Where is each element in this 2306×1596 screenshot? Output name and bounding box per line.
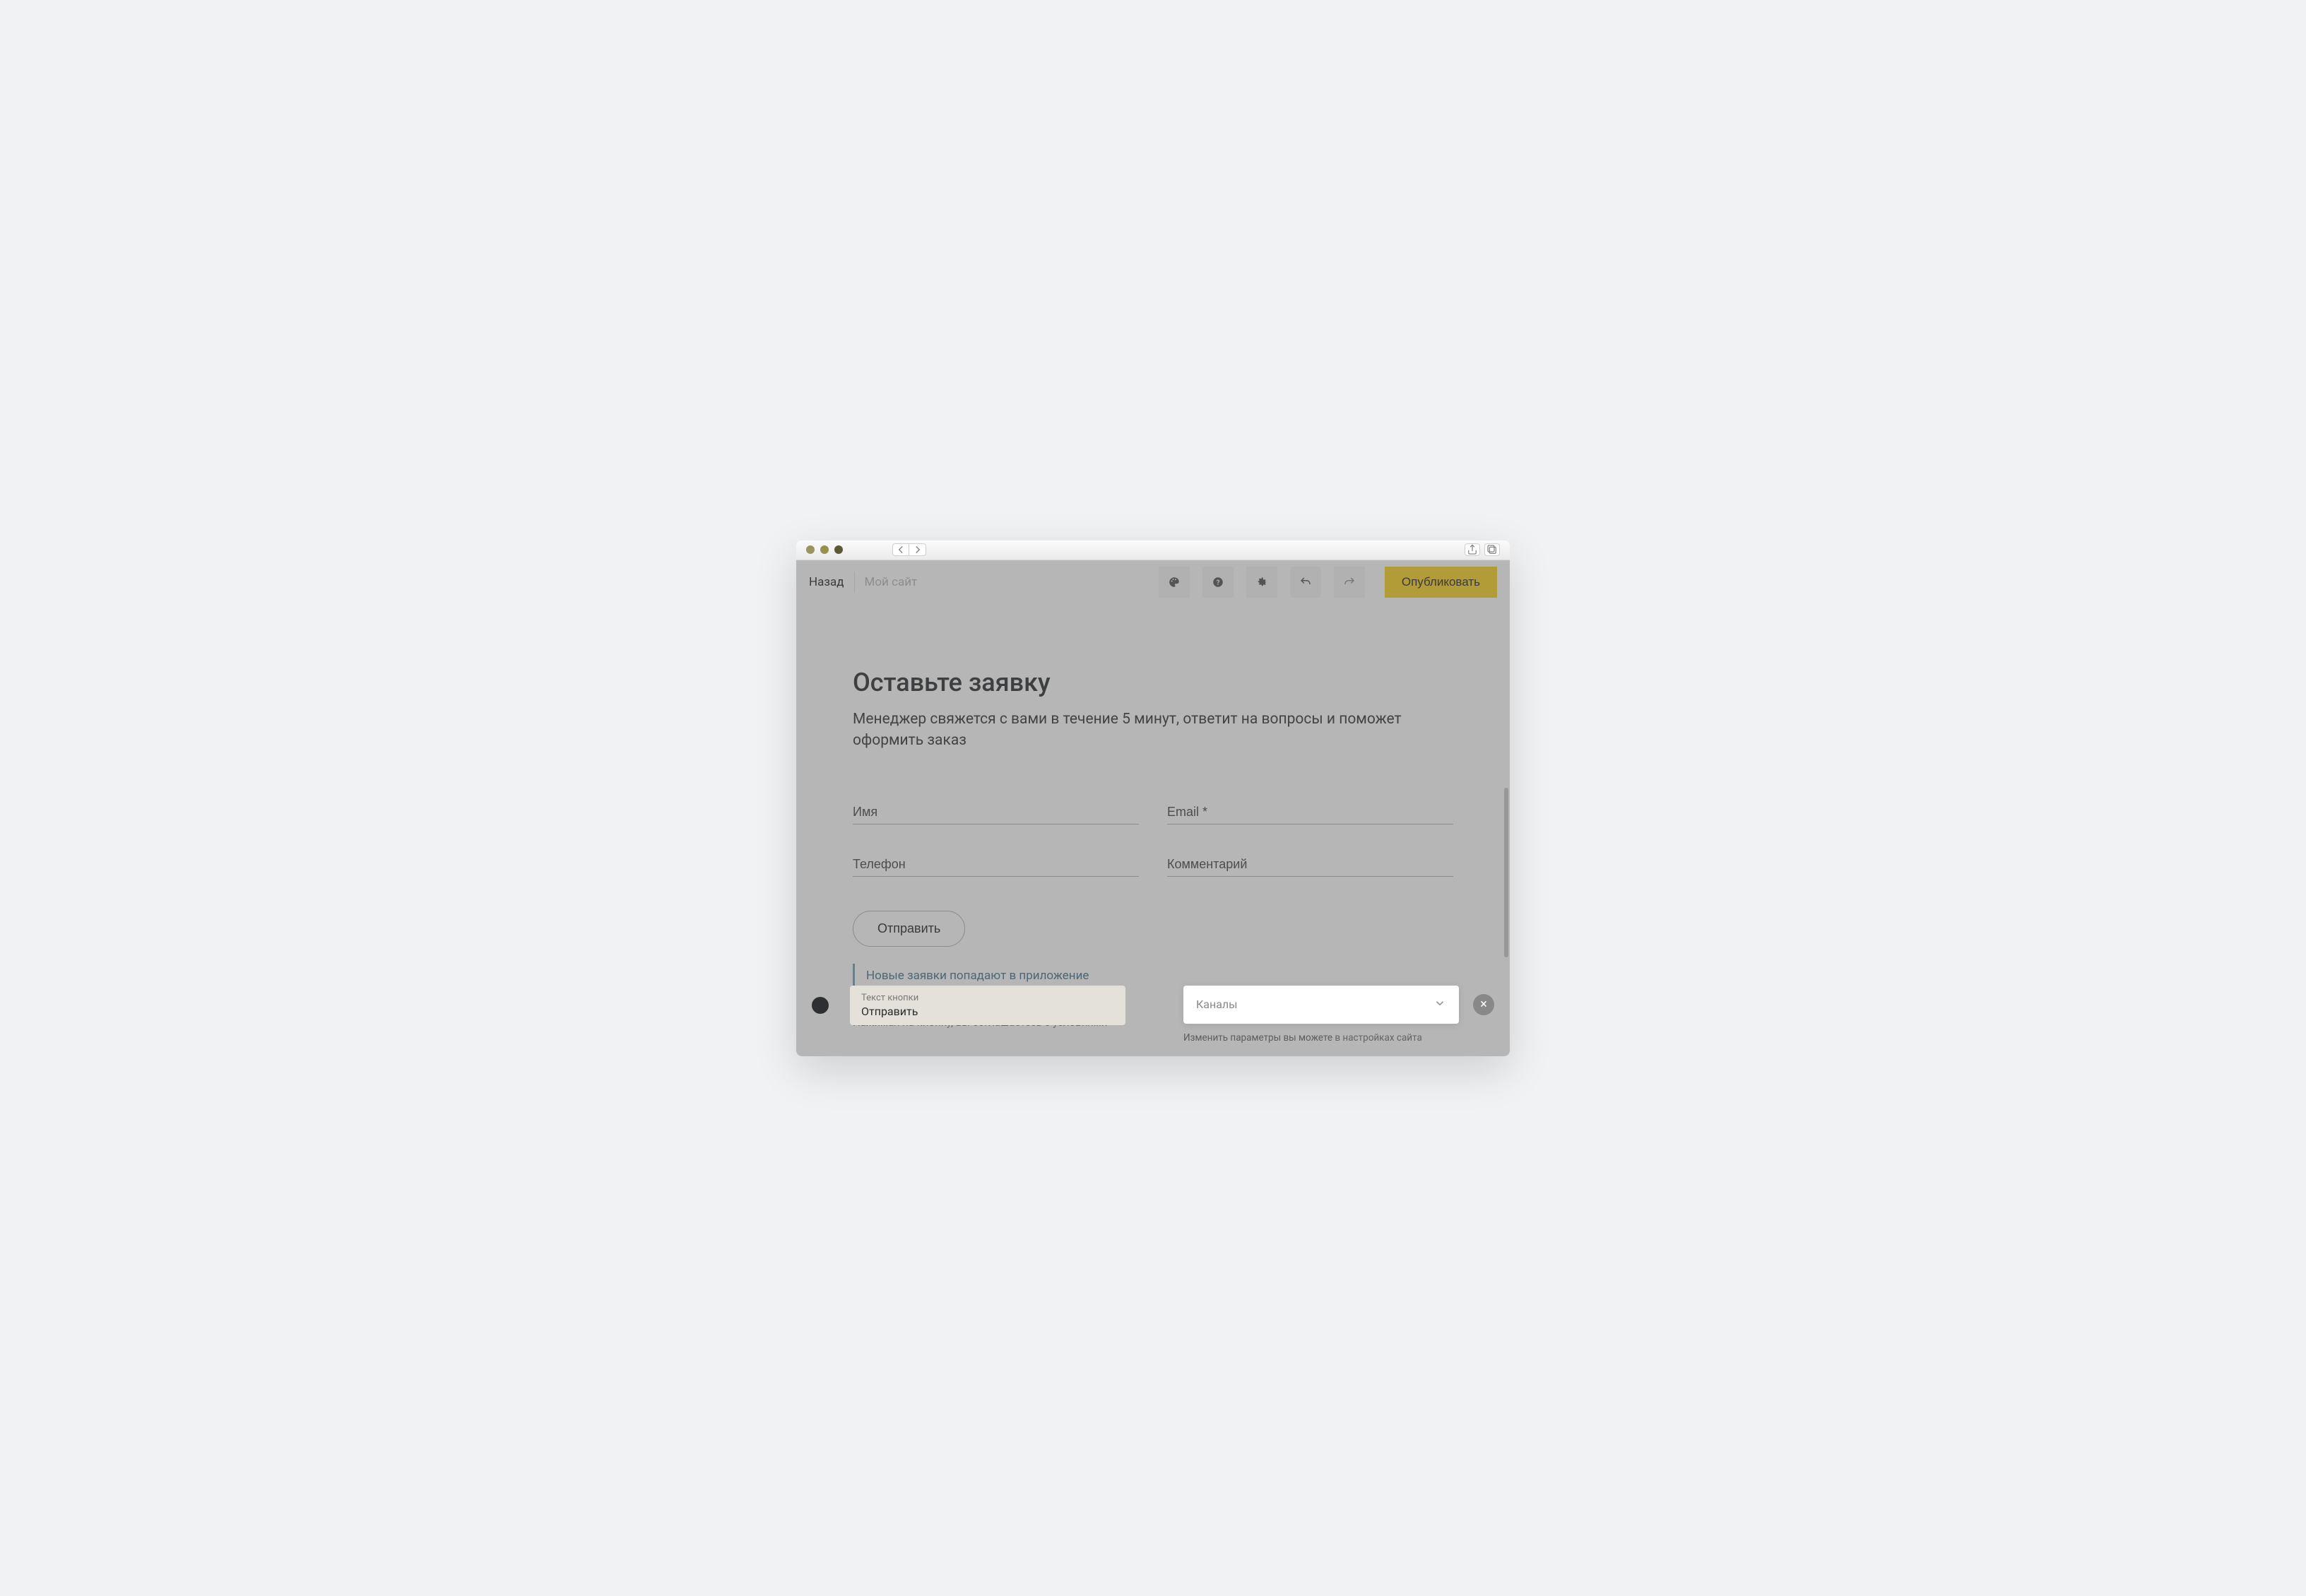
undo-icon	[1299, 576, 1312, 589]
channels-dropdown[interactable]: Каналы	[1183, 986, 1459, 1024]
palette-icon	[1168, 576, 1181, 589]
back-link[interactable]: Назад	[809, 575, 844, 589]
phone-field[interactable]	[853, 853, 1139, 877]
form-subtitle: Менеджер свяжется с вами в течение 5 мин…	[853, 709, 1404, 752]
panel-left: Текст кнопки Отправить	[812, 986, 1169, 1025]
site-name[interactable]: Мой сайт	[865, 575, 918, 589]
undo-button[interactable]	[1290, 567, 1321, 598]
button-text-card[interactable]: Текст кнопки Отправить	[850, 986, 1125, 1025]
publish-button[interactable]: Опубликовать	[1385, 567, 1497, 598]
redo-button[interactable]	[1334, 567, 1365, 598]
card-value: Отправить	[861, 1005, 1114, 1018]
tabs-button[interactable]	[1484, 543, 1500, 556]
app-body: Назад Мой сайт ? Опубликовать Оставьте з…	[796, 560, 1510, 1056]
chevron-left-icon	[894, 543, 907, 556]
close-panel-button[interactable]: ×	[1473, 994, 1494, 1015]
edit-panel: Текст кнопки Отправить Каналы Изменить п…	[796, 976, 1510, 1056]
app-window: Назад Мой сайт ? Опубликовать Оставьте з…	[796, 540, 1510, 1056]
app-toolbar: Назад Мой сайт ? Опубликовать	[796, 560, 1510, 604]
chevron-down-icon	[1433, 997, 1446, 1012]
scroll-thumb[interactable]	[1504, 788, 1508, 957]
name-field[interactable]	[853, 800, 1139, 824]
redo-icon	[1343, 576, 1356, 589]
panel-right: Каналы Изменить параметры вы можете в на…	[1183, 986, 1459, 1044]
comment-field[interactable]	[1167, 853, 1453, 877]
titlebar-right-actions	[1465, 543, 1500, 556]
email-field[interactable]	[1167, 800, 1453, 824]
svg-text:?: ?	[1216, 579, 1219, 586]
share-button[interactable]	[1465, 543, 1480, 556]
form-submit-button[interactable]: Отправить	[853, 911, 965, 947]
close-icon: ×	[1480, 997, 1487, 1012]
dropdown-label: Каналы	[1196, 998, 1238, 1011]
macos-titlebar	[796, 540, 1510, 560]
traffic-lights	[806, 545, 843, 554]
nav-back-button[interactable]	[892, 543, 909, 556]
help-icon: ?	[1212, 576, 1224, 589]
minimize-window-button[interactable]	[820, 545, 829, 554]
share-icon	[1466, 543, 1479, 556]
scrollbar[interactable]	[1504, 654, 1508, 957]
form-fields-grid	[853, 800, 1453, 877]
color-indicator[interactable]	[812, 997, 829, 1014]
settings-note-text: Изменить параметры вы можете	[1183, 1032, 1335, 1044]
copy-icon	[1486, 543, 1498, 556]
card-label: Текст кнопки	[861, 993, 1114, 1003]
maximize-window-button[interactable]	[834, 545, 843, 554]
settings-note: Изменить параметры вы можете в настройка…	[1183, 1032, 1459, 1044]
gear-icon	[1255, 576, 1268, 589]
divider	[854, 572, 855, 593]
chevron-right-icon	[911, 543, 924, 556]
close-window-button[interactable]	[806, 545, 815, 554]
help-button[interactable]: ?	[1202, 567, 1234, 598]
nav-forward-button[interactable]	[909, 543, 926, 556]
settings-link[interactable]: в настройках сайта	[1335, 1032, 1421, 1044]
form-title: Оставьте заявку	[853, 668, 1453, 697]
settings-button[interactable]	[1246, 567, 1277, 598]
theme-button[interactable]	[1159, 567, 1190, 598]
nav-arrows	[892, 543, 926, 556]
